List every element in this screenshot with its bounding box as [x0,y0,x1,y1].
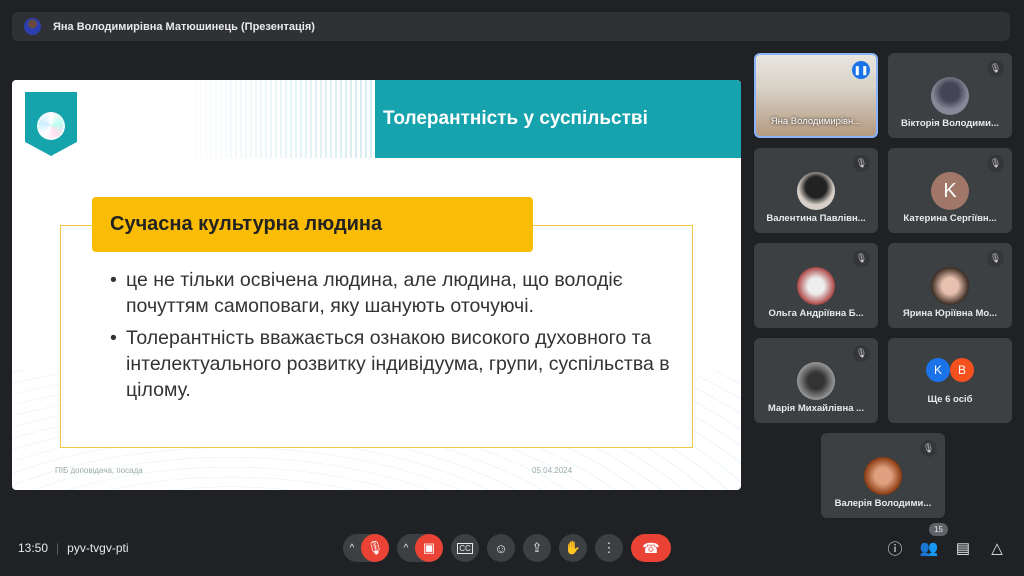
emoji-button[interactable]: ☺ [487,534,515,562]
avatar: K [926,358,950,382]
raise-hand-button[interactable]: ✋ [559,534,587,562]
presentation-slide: Толерантність у суспільстві Сучасна куль… [12,80,741,490]
participant-name: Валентина Павлівн... [766,213,866,224]
people-button[interactable]: 👥 [912,539,946,557]
control-bar: ^ 🎙 ^ ▣ CC ☺ ⇪ ✋ ⋮ ☎ [343,533,671,563]
footer-author: ПІБ доповідача, посада [55,466,143,475]
presenter-label: Яна Володимирівна Матюшинець (Презентаці… [53,20,315,33]
avatar [797,267,835,305]
chat-button[interactable]: ▤ [946,539,980,557]
bullet-list: це не тільки освічена людина, але людина… [110,267,672,409]
bullet-item: Толерантність вважається ознакою високог… [110,325,672,403]
participant-name: Марія Михайлівна ... [767,403,865,414]
participant-tile[interactable]: 🎙 Ярина Юріївна Мо... [888,243,1012,328]
avatar [931,267,969,305]
participant-name: Катерина Сергіївн... [903,213,997,224]
participant-tile[interactable]: 🎙 Валентина Павлівн... [754,148,878,233]
speaking-icon: ❚❚ [852,61,870,79]
participant-name: Валерія Володими... [834,498,932,509]
mic-off-icon: 🎙 [853,345,870,362]
avatar [931,77,969,115]
heading-box: Сучасна культурна людина [92,197,533,252]
mic-off-icon: 🎙 [987,155,1004,172]
chevron-up-icon[interactable]: ^ [397,543,415,554]
participant-name: Ярина Юріївна Мо... [902,308,998,319]
participant-name: Вікторія Володими... [901,118,999,129]
university-logo [25,92,77,156]
meeting-code: pyv-tvgv-pti [67,541,129,555]
mic-off-icon: 🎙 [853,250,870,267]
avatar [797,362,835,400]
mic-control: ^ 🎙 [343,534,389,562]
avatar: K [931,172,969,210]
chevron-up-icon[interactable]: ^ [343,543,361,554]
avatar [797,172,835,210]
participant-name: Ольга Андріївна Б... [768,308,864,319]
mic-off-button[interactable]: 🎙 [361,534,389,562]
activities-button[interactable]: △ [980,539,1014,557]
presenter-bar[interactable]: Яна Володимирівна Матюшинець (Презентаці… [12,12,1010,41]
decorative-stripes [180,80,375,158]
slide-heading: Сучасна культурна людина [110,213,383,235]
participant-name: Ще 6 осіб [927,394,973,405]
mic-off-icon: 🎙 [987,60,1004,77]
camera-control: ^ ▣ [397,534,443,562]
clock: 13:50 [18,541,49,555]
participant-tile[interactable]: ❚❚ Яна Володимирівн... [754,53,878,138]
participant-tile[interactable]: 🎙 Ольга Андріївна Б... [754,243,878,328]
participant-tile[interactable]: 🎙 Вікторія Володими... [888,53,1012,138]
present-button[interactable]: ⇪ [523,534,551,562]
footer-date: 05.04.2024 [532,466,573,475]
participant-name: Яна Володимирівн... [770,116,862,127]
camera-off-button[interactable]: ▣ [415,534,443,562]
leave-call-button[interactable]: ☎ [631,534,671,562]
mic-off-icon: 🎙 [987,250,1004,267]
captions-button[interactable]: CC [451,534,479,562]
avatar: B [950,358,974,382]
participant-tile[interactable]: 🎙 K Катерина Сергіївн... [888,148,1012,233]
meeting-info: 13:50 | pyv-tvgv-pti [18,541,129,555]
more-options-button[interactable]: ⋮ [595,534,623,562]
info-button[interactable]: ⓘ [878,538,912,559]
more-participants-tile[interactable]: K B Ще 6 осіб [888,338,1012,423]
participant-tile[interactable]: 🎙 Марія Михайлівна ... [754,338,878,423]
mic-off-icon: 🎙 [920,440,937,457]
slide-header: Толерантність у суспільстві [375,80,741,158]
captions-icon: CC [457,542,473,554]
avatar [24,18,41,35]
slide-title: Толерантність у суспільстві [383,108,648,129]
bullet-item: це не тільки освічена людина, але людина… [110,267,672,319]
side-controls: ⓘ 👥 ▤ △ [878,533,1014,563]
participant-tile[interactable]: 🎙 Валерія Володими... [821,433,945,518]
mic-off-icon: 🎙 [853,155,870,172]
avatar [864,457,902,495]
